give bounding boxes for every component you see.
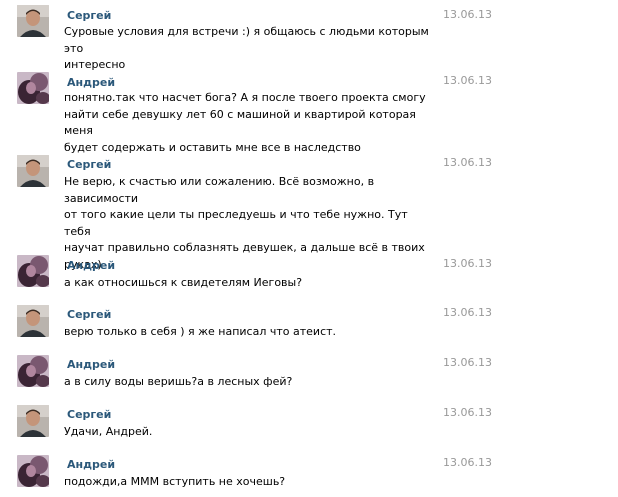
message-text: подожди,а МММ вступить не хочешь? [64,475,286,488]
author-name[interactable]: Андрей [67,458,115,471]
message-text: Не верю, к счастью или сожалению. Всё во… [64,175,425,271]
message-text: а как относишься к свидетелям Иеговы? [64,276,303,289]
andrey-avatar[interactable] [17,455,49,487]
message-thread: Сергей 13.06.13 Суровые условия для встр… [0,0,618,497]
sergey-avatar[interactable] [17,305,49,337]
andrey-avatar[interactable] [17,355,49,387]
message-date: 13.06.13 [443,306,492,319]
sergey-avatar[interactable] [17,405,49,437]
message-text: Удачи, Андрей. [64,425,153,438]
sergey-avatar[interactable] [17,5,49,37]
message-date: 13.06.13 [443,356,492,369]
message-text: верю только в себя ) я же написал что ат… [64,325,337,338]
author-name[interactable]: Андрей [67,259,115,272]
author-name[interactable]: Сергей [67,9,111,22]
author-name[interactable]: Андрей [67,358,115,371]
message-text: Суровые условия для встречи :) я общаюсь… [64,25,429,72]
author-name[interactable]: Сергей [67,408,111,421]
message-date: 13.06.13 [443,257,492,270]
sergey-avatar[interactable] [17,155,49,187]
message-date: 13.06.13 [443,156,492,169]
message-date: 13.06.13 [443,8,492,21]
author-name[interactable]: Андрей [67,76,115,89]
message-text: а в силу воды веришь?а в лесных фей? [64,375,293,388]
author-name[interactable]: Сергей [67,308,111,321]
message-date: 13.06.13 [443,456,492,469]
message-date: 13.06.13 [443,406,492,419]
author-name[interactable]: Сергей [67,158,111,171]
andrey-avatar[interactable] [17,255,49,287]
andrey-avatar[interactable] [17,72,49,104]
message-date: 13.06.13 [443,74,492,87]
message-text: понятно.так что насчет бога? А я после т… [64,91,426,154]
